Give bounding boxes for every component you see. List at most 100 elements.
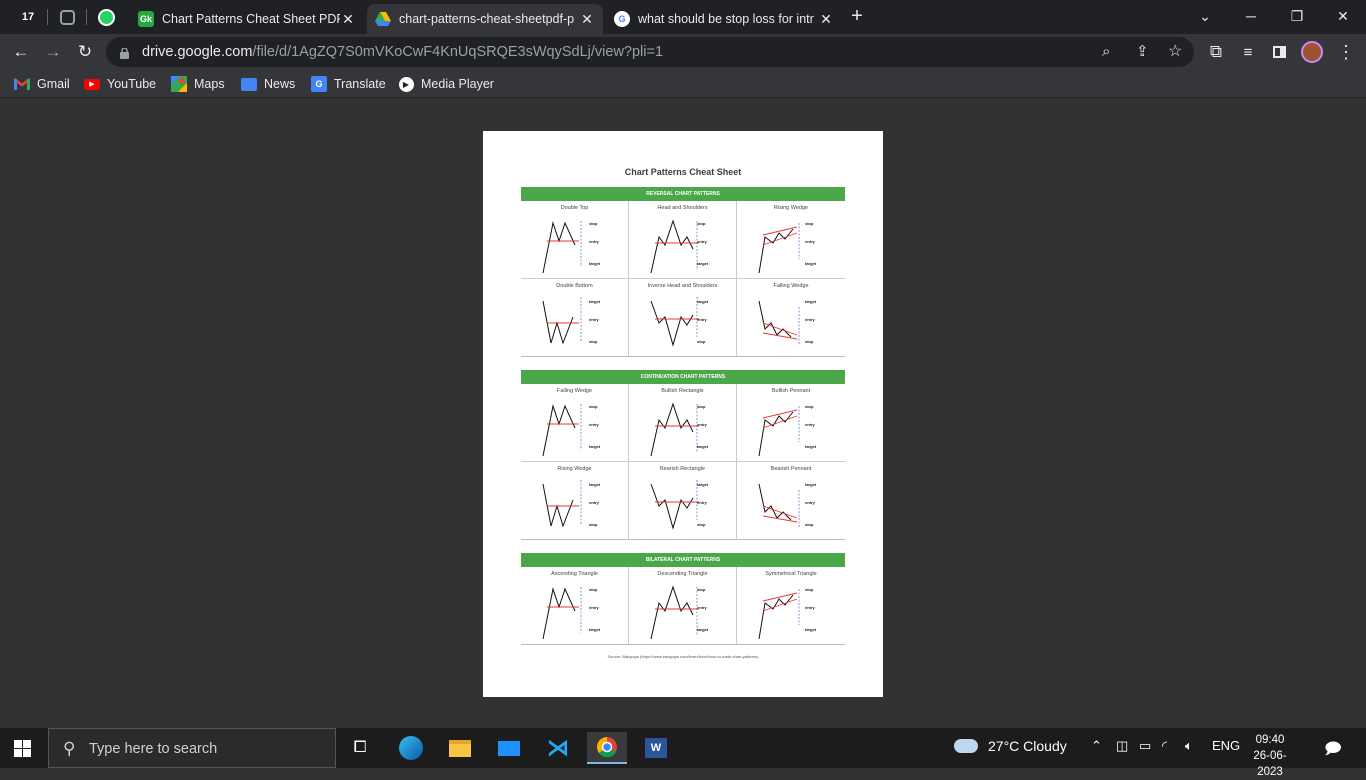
pattern-name: Falling Wedge [773,282,809,289]
pattern-label: entry [589,500,600,505]
language-indicator[interactable]: ENG [1212,738,1240,753]
wifi-icon[interactable]: ◜ [1162,738,1167,754]
close-icon[interactable]: ✕ [818,11,834,28]
pattern-label: entry [805,605,816,610]
tradingview-pinned-tab[interactable]: 17 [14,5,42,29]
pattern-label: stop [589,587,598,592]
bookmark-gmail[interactable]: Gmail [14,75,70,93]
pattern-diagram: stop entry target [758,221,817,274]
pattern-label: entry [589,605,600,610]
address-bar[interactable]: drive.google.com/file/d/1AgZQ7S0mVKoCwF4… [106,37,1194,67]
pattern-label: target [805,444,817,449]
taskbar-search[interactable]: ⚲ Type here to search [48,728,336,768]
share-icon[interactable]: ⇪ [1136,42,1149,60]
youtube-icon: ▶ [84,76,100,92]
whatsapp-pinned-tab[interactable] [92,5,120,29]
pattern-cell: Inverse Head and Shoulders target entry sto… [629,278,737,356]
word-icon[interactable]: W [636,732,676,764]
tab-chart-patterns-drive[interactable]: chart-patterns-cheat-sheetpdf-p ✕ [367,4,603,34]
profile-avatar[interactable] [1299,39,1325,65]
price-path [650,300,694,347]
price-path [542,483,574,528]
section-header: REVERSAL CHART PATTERNS [521,187,845,201]
gmail-icon [14,76,30,92]
pattern-cell: Falling Wedge stop entry target [521,384,629,462]
price-path [650,402,694,457]
edge-icon[interactable] [391,732,431,764]
task-view-icon[interactable]: ⧠ [340,732,380,764]
bookmark-news[interactable]: News [241,75,295,93]
pattern-name: Falling Wedge [556,388,593,394]
pattern-name: Bearish Pennant [770,465,812,472]
price-path [758,228,794,274]
extensions-icon[interactable]: ⧉ [1203,39,1229,65]
vscode-icon[interactable]: ⋊ [538,732,578,764]
file-explorer-icon[interactable] [440,732,480,764]
pattern-name: Double Top [560,205,589,211]
mail-icon[interactable] [489,732,529,764]
pattern-label: entry [697,317,708,322]
tab-title: chart-patterns-cheat-sheetpdf-p [399,12,575,26]
pattern-label: target [589,261,601,266]
bookmark-star-icon[interactable]: ☆ [1168,41,1182,61]
meet-now-icon[interactable]: ◫ [1116,738,1128,754]
pattern-diagram: stop entry target [542,221,601,274]
pattern-label: stop [697,221,706,226]
minimize-button[interactable]: ─ [1228,4,1274,28]
bookmark-media-player[interactable]: ▶ Media Player [398,75,494,93]
battery-icon[interactable]: ▭ [1139,738,1151,754]
bookmark-translate[interactable]: G Translate [311,75,386,93]
pattern-cell: Bullish Pennant stop entry target [737,384,845,462]
show-hidden-icons[interactable]: ⌃ [1091,738,1102,754]
menu-icon[interactable]: ⋮ [1333,39,1359,65]
side-panel-icon[interactable] [1266,39,1292,65]
forward-button[interactable]: → [40,39,66,65]
pattern-diagram: target entry stop [758,482,817,528]
tab-search-button[interactable]: ⌄ [1182,4,1228,28]
price-path [542,404,576,457]
pattern-label: stop [589,522,598,527]
pattern-grid: Ascending Triangle stop entry target Descend… [521,567,845,645]
pattern-name: Descending Triangle [657,571,708,577]
pattern-label: target [589,482,601,487]
pattern-label: entry [697,239,708,244]
chatgpt-pinned-tab[interactable] [53,5,81,29]
pattern-diagram: target entry stop [542,296,601,345]
close-icon[interactable]: ✕ [579,11,595,28]
tab-stop-loss-search[interactable]: G what should be stop loss for intr ✕ [606,4,842,34]
bookmark-youtube[interactable]: ▶ YouTube [84,75,156,93]
search-icon: ⚲ [63,739,76,758]
windows-start-icon[interactable] [14,740,31,757]
back-button[interactable]: ← [8,39,34,65]
reload-button[interactable]: ↻ [72,39,98,65]
pattern-name: Bullish Pennant [771,388,811,394]
pattern-diagram: stop entry target [650,402,709,457]
trend-line [762,332,798,339]
notifications-icon[interactable]: 🗩︎ [1324,738,1342,765]
price-path [650,219,694,274]
pattern-label: target [805,261,817,266]
media-control-icon[interactable]: ≡ [1235,39,1261,65]
price-path [650,585,694,640]
pdf-page: Chart Patterns Cheat Sheet REVERSAL CHAR… [483,131,883,697]
zoom-icon[interactable]: ⌕ [1102,43,1110,60]
window-close-button[interactable]: ✕ [1320,4,1366,28]
tradingview-icon: 17 [21,11,35,23]
pattern-name: Ascending Triangle [551,571,598,577]
bookmark-maps[interactable]: Maps [171,75,225,93]
close-icon[interactable]: ✕ [340,11,356,28]
system-clock[interactable]: 09:40 26-06-2023 [1246,732,1294,780]
pattern-name: Head and Shoulders [657,205,708,211]
restore-button[interactable]: ❐ [1274,4,1320,28]
pattern-label: entry [697,605,708,610]
chrome-icon[interactable] [587,732,627,764]
new-tab-button[interactable]: + [842,4,872,28]
pdf-viewer[interactable]: Chart Patterns Cheat Sheet REVERSAL CHAR… [0,99,1366,728]
pattern-grid: Double Top stop entry target Head and Should… [521,201,845,357]
volume-icon[interactable]: 🔈︎ [1185,738,1193,754]
weather-widget[interactable]: 27°C Cloudy [954,738,1067,754]
pattern-label: target [589,627,601,632]
pattern-label: target [697,261,709,266]
tab-chart-patterns-gk[interactable]: Gk Chart Patterns Cheat Sheet PDF F ✕ [130,4,364,34]
clock-time: 09:40 [1255,734,1285,746]
